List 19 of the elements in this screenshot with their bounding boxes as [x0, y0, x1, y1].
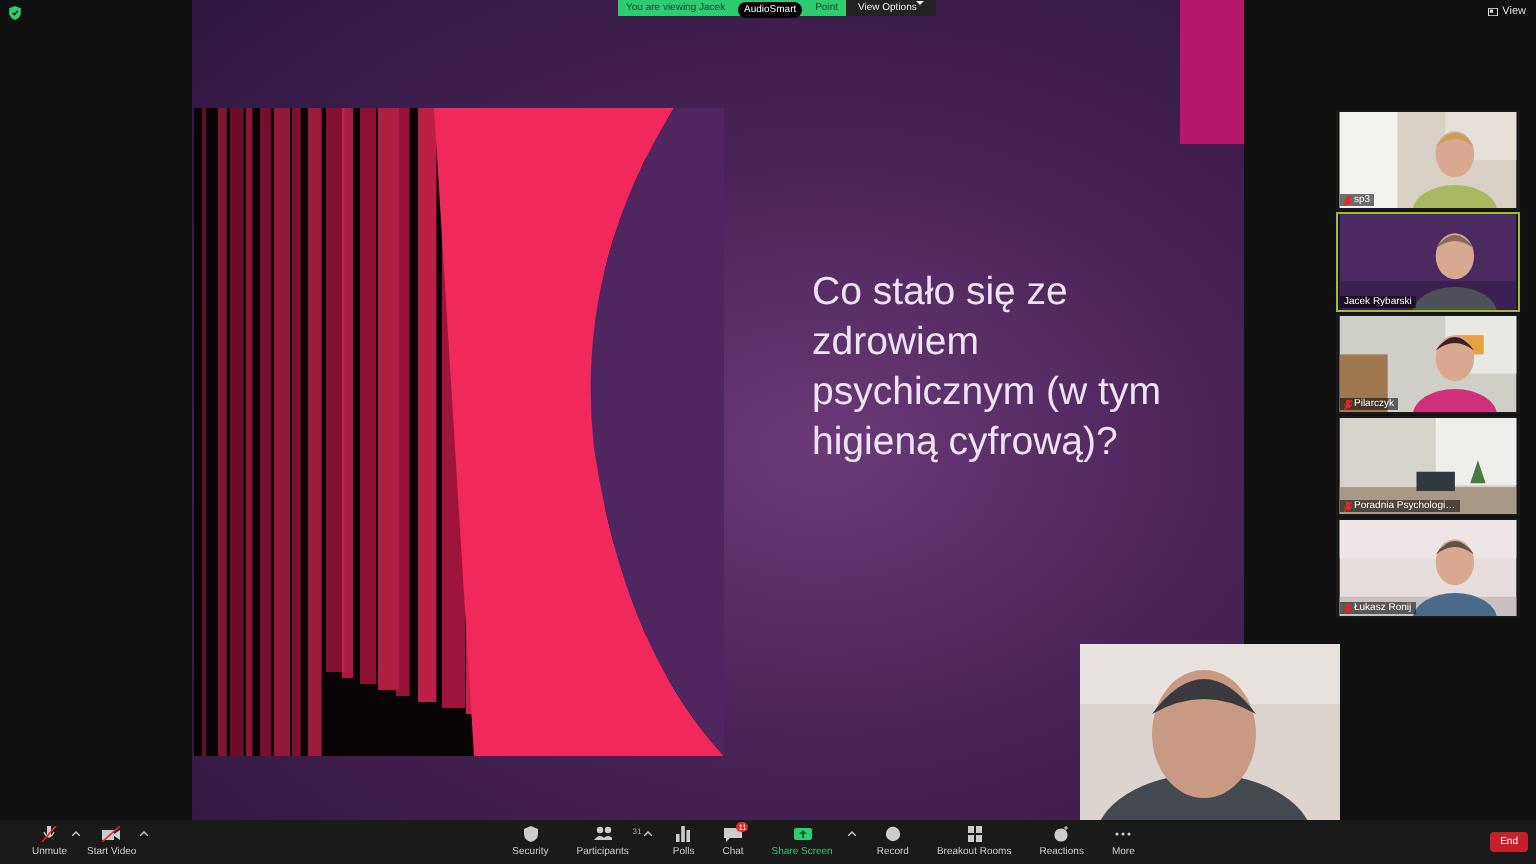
muted-mic-icon: [40, 826, 59, 842]
caret-icon[interactable]: [140, 830, 149, 836]
caret-icon[interactable]: [71, 830, 80, 836]
chat-bubble-icon: [723, 826, 742, 842]
slide-title: Co stało się ze zdrowiem psychicznym (w tym higieną cyfrową)?: [812, 268, 1163, 468]
record-icon: [883, 826, 902, 842]
caret-icon: [916, 0, 925, 6]
view-icon: [1488, 8, 1499, 16]
shield-icon[interactable]: [8, 6, 22, 20]
share-screen-icon: [793, 826, 812, 842]
caret-icon[interactable]: [848, 830, 857, 836]
bar-chart-icon: [674, 826, 693, 842]
video-off-icon: [102, 826, 121, 842]
smiley-icon: [1052, 826, 1071, 842]
shield-icon: [521, 826, 540, 842]
caret-icon[interactable]: [644, 830, 653, 836]
grid-icon: [965, 826, 984, 842]
accent-bar: [1180, 0, 1244, 144]
people-icon: [593, 826, 612, 842]
